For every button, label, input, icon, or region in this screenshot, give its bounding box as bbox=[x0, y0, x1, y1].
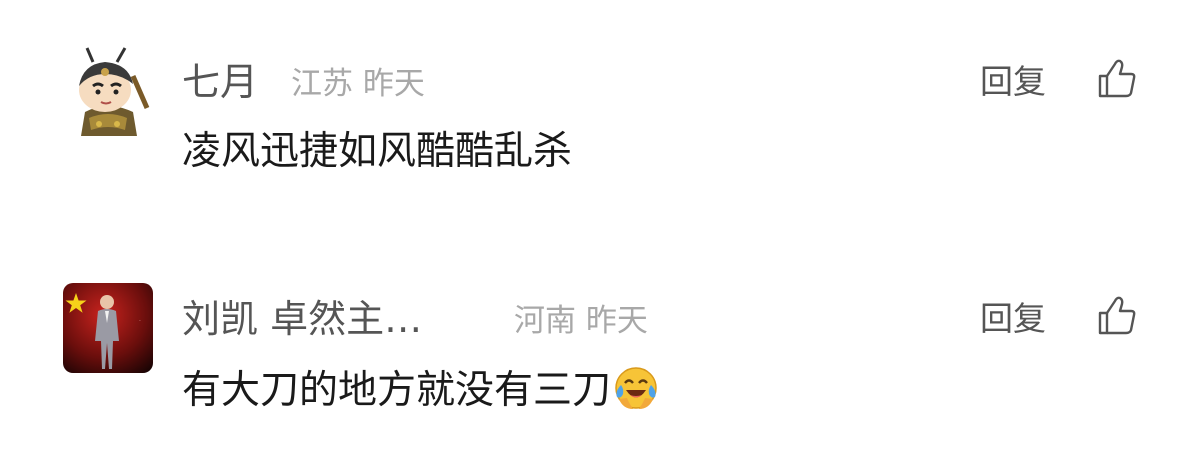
crayon-shin-chan-warrior-avatar-icon bbox=[63, 46, 153, 136]
username[interactable]: 刘凯 卓然主… bbox=[182, 297, 422, 341]
face-with-tears-of-joy-emoji-icon bbox=[613, 365, 659, 411]
location-label: 江苏 bbox=[291, 66, 353, 102]
thumbs-up-icon bbox=[1098, 59, 1136, 98]
comment-text: 凌风迅捷如风酷酷乱杀 bbox=[182, 129, 573, 174]
reply-button[interactable]: 回复 bbox=[980, 61, 1046, 103]
comment-text: 有大刀的地方就没有三刀 bbox=[182, 368, 612, 413]
comment-item: 七月 江苏 昨天 回复 凌风迅捷如风酷酷乱杀 bbox=[0, 46, 1200, 186]
location-label: 河南 bbox=[514, 303, 576, 339]
avatar[interactable] bbox=[63, 46, 153, 136]
reply-button[interactable]: 回复 bbox=[980, 298, 1046, 340]
like-button[interactable] bbox=[1094, 56, 1140, 102]
comment-text-container: 有大刀的地方就没有三刀 bbox=[182, 365, 659, 415]
comment-item: · 刘凯 卓然主… 河南 昨天 回复 有大刀的地方就没有三刀 bbox=[0, 283, 1200, 423]
like-button[interactable] bbox=[1094, 293, 1140, 339]
avatar[interactable]: · bbox=[63, 283, 153, 373]
comment-meta: 江苏 昨天 bbox=[291, 64, 425, 104]
time-label: 昨天 bbox=[362, 66, 425, 102]
svg-text:·: · bbox=[139, 318, 141, 325]
username[interactable]: 七月 bbox=[182, 60, 258, 104]
comment-meta: 河南 昨天 bbox=[514, 301, 648, 341]
thumbs-up-icon bbox=[1098, 296, 1136, 335]
man-in-suit-red-star-avatar-icon: · bbox=[63, 283, 153, 373]
time-label: 昨天 bbox=[585, 303, 648, 339]
